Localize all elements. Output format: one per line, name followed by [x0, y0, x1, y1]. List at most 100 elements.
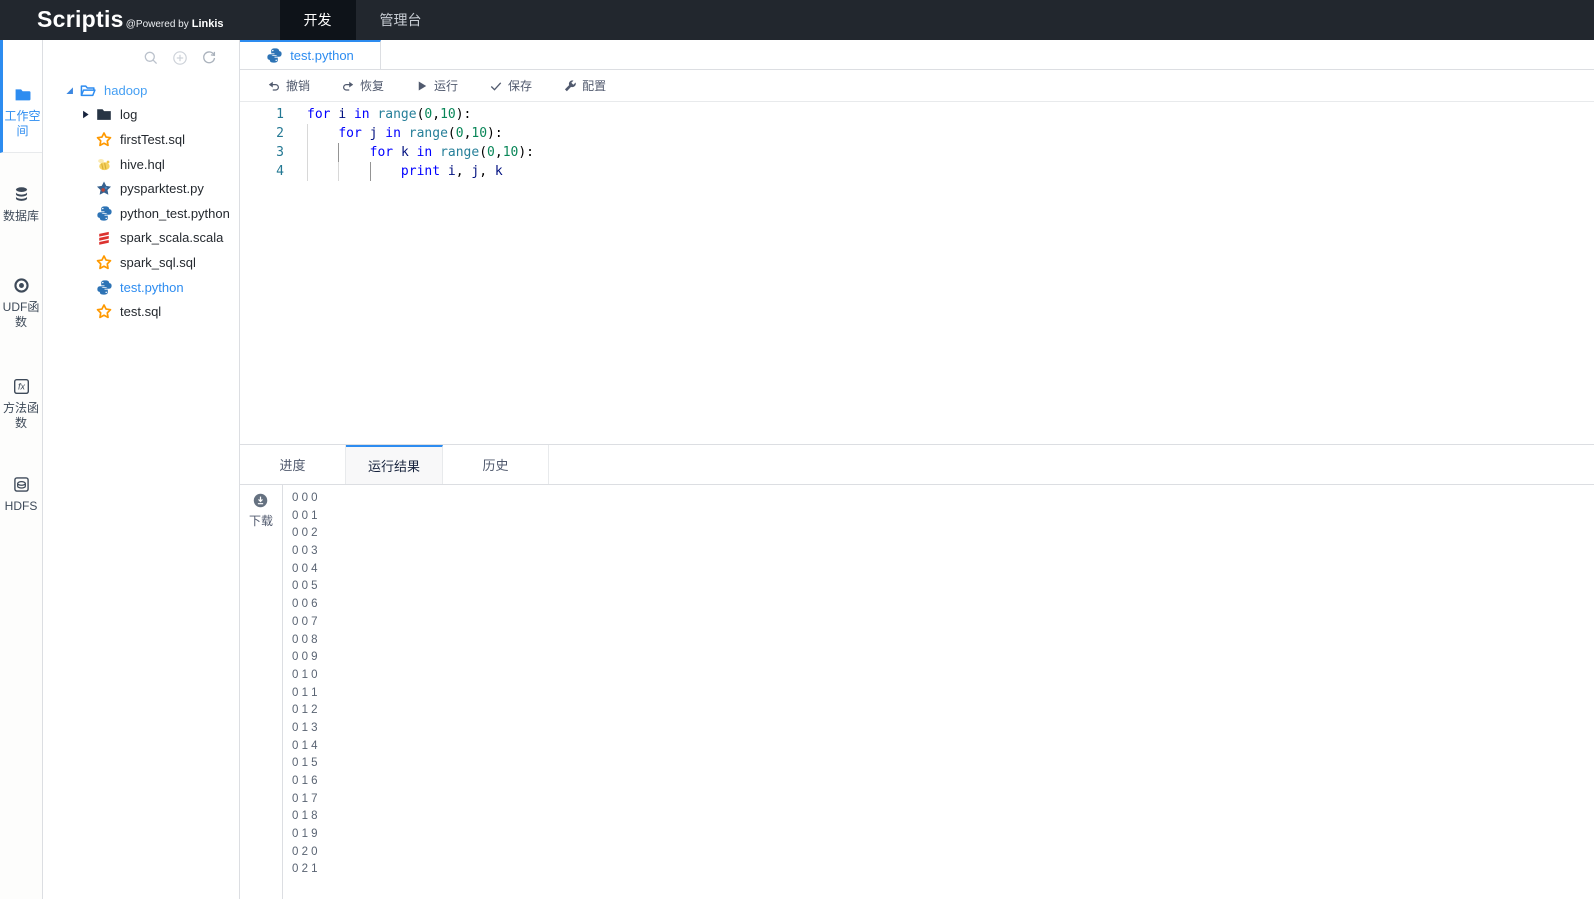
caret-spacer	[79, 183, 92, 194]
output-line: 0 0 5	[292, 578, 1594, 596]
topbar: Scriptis @Powered by Linkis 开发管理台	[0, 0, 1594, 40]
code-content[interactable]: for i in range(0,10): for j in range(0,1…	[297, 102, 1594, 444]
output-line: 0 0 3	[292, 543, 1594, 561]
download-icon	[253, 493, 268, 508]
caret-spacer	[79, 208, 92, 219]
tree-item-hive.hql[interactable]: hive.hql	[43, 152, 239, 177]
tree-item-python_test.python[interactable]: python_test.python	[43, 201, 239, 226]
editor-tab-test-python[interactable]: test.python	[240, 40, 381, 69]
tree-item-label: log	[120, 107, 137, 122]
tree-item-log[interactable]: log	[43, 103, 239, 128]
python-icon	[95, 205, 113, 222]
tree-item-label: hive.hql	[120, 157, 165, 172]
bottom-tab-result[interactable]: 运行结果	[346, 445, 443, 484]
hdfs-icon	[13, 476, 30, 493]
download-label: 下载	[249, 512, 273, 529]
output-line: 0 1 7	[292, 791, 1594, 809]
output-line: 0 0 7	[292, 614, 1594, 632]
hive-icon	[95, 156, 113, 173]
redo-button[interactable]: 恢复	[341, 77, 384, 94]
caret-spacer	[79, 257, 92, 268]
output-line: 0 1 5	[292, 755, 1594, 773]
sidebar-item-hdfs[interactable]: HDFS	[0, 476, 42, 514]
refresh-icon[interactable]	[201, 50, 217, 66]
tree-item-hadoop[interactable]: hadoop	[43, 78, 239, 103]
database-icon	[13, 186, 30, 203]
topbar-nav: 开发管理台	[280, 0, 446, 40]
svg-text:fx: fx	[17, 382, 25, 392]
sidebar-item-workspace[interactable]: 工作空间	[0, 40, 42, 153]
folder-open-icon	[79, 82, 97, 99]
fx-icon: fx	[13, 378, 30, 395]
line-number: 4	[240, 162, 284, 181]
indent-guide	[370, 162, 371, 181]
undo-button[interactable]: 撤销	[267, 77, 310, 94]
udf-target-icon	[13, 277, 30, 294]
bottom-tab-history[interactable]: 历史	[443, 445, 549, 484]
sql-star-icon	[95, 131, 113, 148]
output-line: 0 2 1	[292, 861, 1594, 879]
undo-button-label: 撤销	[286, 77, 310, 94]
output-line: 0 0 1	[292, 508, 1594, 526]
redo-button-label: 恢复	[360, 77, 384, 94]
redo-icon	[341, 79, 355, 93]
search-icon[interactable]	[143, 50, 159, 66]
run-button-label: 运行	[434, 77, 458, 94]
save-icon	[489, 79, 503, 93]
sidebar-item-database[interactable]: 数据库	[0, 186, 42, 224]
tree-item-label: pysparktest.py	[120, 181, 204, 196]
topbar-tab-develop[interactable]: 开发	[280, 0, 356, 40]
code-line: for j in range(0,10):	[307, 124, 1594, 143]
line-number-gutter: 1234	[240, 102, 297, 444]
brand-name: Scriptis	[37, 6, 124, 33]
scala-icon	[95, 229, 113, 246]
topbar-tab-console[interactable]: 管理台	[356, 0, 446, 40]
tree-item-test.sql[interactable]: test.sql	[43, 299, 239, 324]
bottom-tab-progress[interactable]: 进度	[240, 445, 346, 484]
line-number: 1	[240, 105, 284, 124]
bottom-panel: 进度运行结果历史 下载 0 0 00 0 10 0 20 0 30 0 40 0…	[240, 444, 1594, 899]
line-number: 3	[240, 143, 284, 162]
sidebar-item-udf[interactable]: UDF函数	[0, 277, 42, 330]
tree-item-label: test.sql	[120, 304, 161, 319]
code-editor[interactable]: 1234 for i in range(0,10): for j in rang…	[240, 102, 1594, 444]
output-line: 0 0 8	[292, 632, 1594, 650]
python-icon	[266, 47, 283, 64]
sidebar-item-functions[interactable]: fx 方法函数	[0, 378, 42, 431]
tree-item-spark_scala.scala[interactable]: spark_scala.scala	[43, 226, 239, 251]
result-side-toolbar: 下载	[240, 485, 283, 899]
app-logo: Scriptis @Powered by Linkis	[37, 6, 224, 33]
python-icon	[95, 279, 113, 296]
download-button[interactable]: 下载	[249, 493, 273, 529]
folder-closed-icon	[95, 106, 113, 123]
tree-item-test.python[interactable]: test.python	[43, 275, 239, 300]
tree-item-label: python_test.python	[120, 206, 230, 221]
indent-guide	[338, 162, 339, 181]
tree-item-spark_sql.sql[interactable]: spark_sql.sql	[43, 250, 239, 275]
plus-circle-icon[interactable]	[172, 50, 188, 66]
output-line: 0 0 2	[292, 525, 1594, 543]
tree-item-pysparktest.py[interactable]: pysparktest.py	[43, 176, 239, 201]
output-line: 0 1 0	[292, 667, 1594, 685]
tree-item-label: spark_sql.sql	[120, 255, 196, 270]
output-line: 0 1 6	[292, 773, 1594, 791]
indent-guide	[338, 143, 339, 162]
caret-spacer	[79, 134, 92, 145]
editor-toolbar: 撤销 恢复 运行 保存 配置	[240, 70, 1594, 102]
editor-tab-label: test.python	[290, 48, 354, 63]
sidebar-item-label: 工作空间	[3, 109, 43, 139]
config-icon	[563, 79, 577, 93]
run-button[interactable]: 运行	[415, 77, 458, 94]
indent-guide	[307, 124, 308, 143]
caret-collapsed-icon[interactable]	[79, 109, 92, 120]
pyspark-star-icon	[95, 180, 113, 197]
workspace-folder-icon	[14, 86, 31, 103]
output-line: 0 1 4	[292, 738, 1594, 756]
run-icon	[415, 79, 429, 93]
caret-expanded-icon[interactable]	[63, 85, 76, 96]
save-button[interactable]: 保存	[489, 77, 532, 94]
tree-item-firstTest.sql[interactable]: firstTest.sql	[43, 127, 239, 152]
tree-item-label: hadoop	[104, 83, 147, 98]
config-button[interactable]: 配置	[563, 77, 606, 94]
sidebar-item-label: 数据库	[1, 209, 41, 224]
